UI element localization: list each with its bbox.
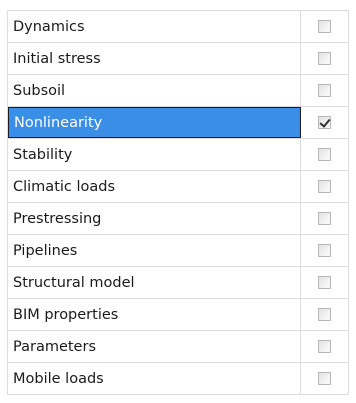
checkbox-cell: [301, 11, 348, 42]
item-label: Initial stress: [8, 43, 301, 74]
item-label: Parameters: [8, 331, 301, 362]
item-label: Pipelines: [8, 235, 301, 266]
list-item-subsoil[interactable]: Subsoil: [8, 75, 348, 107]
list-item-bim-properties[interactable]: BIM properties: [8, 299, 348, 331]
checkbox-cell: [301, 299, 348, 330]
list-item-stability[interactable]: Stability: [8, 139, 348, 171]
item-label: Climatic loads: [8, 171, 301, 202]
structural-model-checkbox[interactable]: [318, 276, 331, 289]
checkbox-cell: [301, 235, 348, 266]
list-item-dynamics[interactable]: Dynamics: [8, 11, 348, 43]
mobile-loads-checkbox[interactable]: [318, 372, 331, 385]
list-item-prestressing[interactable]: Prestressing: [8, 203, 348, 235]
list-item-nonlinearity[interactable]: Nonlinearity: [8, 107, 348, 139]
item-label: Nonlinearity: [8, 107, 301, 138]
item-label: Structural model: [8, 267, 301, 298]
checkbox-cell: [301, 171, 348, 202]
options-list: Dynamics Initial stress Subsoil Nonlinea…: [7, 10, 349, 395]
climatic-loads-checkbox[interactable]: [318, 180, 331, 193]
pipelines-checkbox[interactable]: [318, 244, 331, 257]
list-item-parameters[interactable]: Parameters: [8, 331, 348, 363]
checkbox-cell: [301, 331, 348, 362]
list-item-pipelines[interactable]: Pipelines: [8, 235, 348, 267]
bim-properties-checkbox[interactable]: [318, 308, 331, 321]
checkbox-cell: [301, 267, 348, 298]
item-label: Dynamics: [8, 11, 301, 42]
checkbox-cell: [301, 75, 348, 106]
checkbox-cell: [301, 203, 348, 234]
nonlinearity-checkbox[interactable]: [318, 116, 331, 129]
checkbox-cell: [301, 43, 348, 74]
dynamics-checkbox[interactable]: [318, 20, 331, 33]
item-label: Stability: [8, 139, 301, 170]
functionality-options-panel: Dynamics Initial stress Subsoil Nonlinea…: [0, 0, 356, 403]
prestressing-checkbox[interactable]: [318, 212, 331, 225]
item-label: Mobile loads: [8, 363, 301, 394]
list-clip-edge: [0, 395, 356, 403]
parameters-checkbox[interactable]: [318, 340, 331, 353]
list-item-climatic-loads[interactable]: Climatic loads: [8, 171, 348, 203]
checkbox-cell: [301, 107, 348, 138]
list-item-mobile-loads[interactable]: Mobile loads: [8, 363, 348, 395]
stability-checkbox[interactable]: [318, 148, 331, 161]
checkbox-cell: [301, 139, 348, 170]
item-label: BIM properties: [8, 299, 301, 330]
item-label: Prestressing: [8, 203, 301, 234]
initial-stress-checkbox[interactable]: [318, 52, 331, 65]
list-item-structural-model[interactable]: Structural model: [8, 267, 348, 299]
list-item-initial-stress[interactable]: Initial stress: [8, 43, 348, 75]
item-label: Subsoil: [8, 75, 301, 106]
checkbox-cell: [301, 363, 348, 394]
subsoil-checkbox[interactable]: [318, 84, 331, 97]
